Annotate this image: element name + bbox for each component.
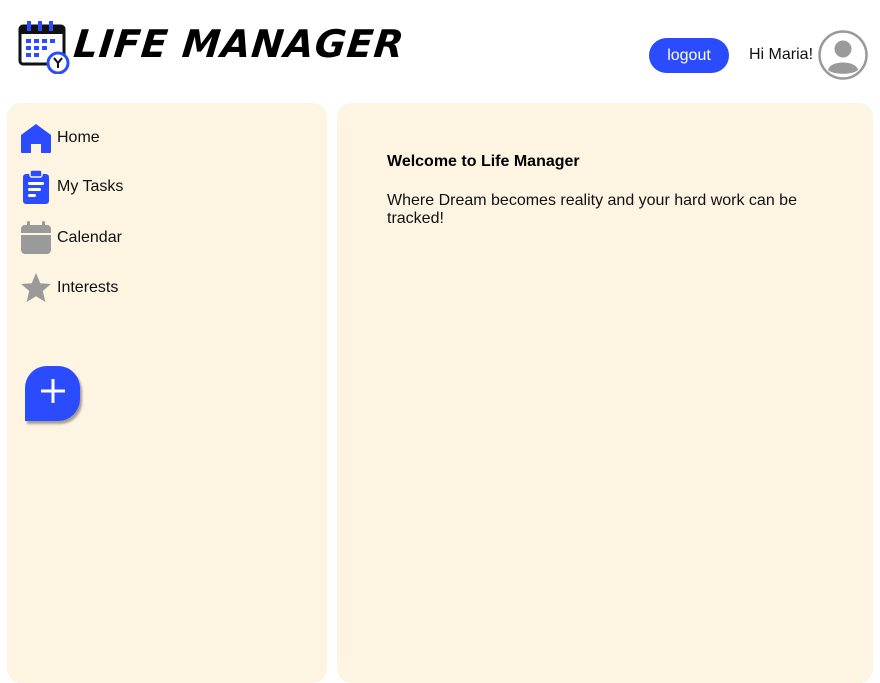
sidebar-nav: Home My Tasks Calendar Interests (7, 103, 327, 683)
sidebar-item-label: Calendar (57, 229, 122, 246)
clipboard-icon (20, 170, 52, 204)
sidebar-item-label: My Tasks (57, 178, 124, 195)
sidebar-item-interests[interactable]: Interests (20, 271, 118, 305)
welcome-heading: Welcome to Life Manager (387, 153, 580, 170)
calendar-clock-icon (18, 20, 72, 75)
plus-icon (40, 378, 66, 409)
sidebar-item-my-tasks[interactable]: My Tasks (20, 170, 123, 204)
sidebar-item-calendar[interactable]: Calendar (20, 221, 122, 255)
logout-button[interactable]: logout (649, 38, 729, 73)
add-button[interactable] (25, 366, 80, 421)
app-header: LIFE MANAGER logout Hi Maria! (0, 0, 880, 100)
calendar-icon (20, 221, 52, 255)
welcome-message: Where Dream becomes reality and your har… (387, 192, 797, 227)
main-content: Welcome to Life Manager Where Dream beco… (337, 103, 873, 683)
user-avatar-icon[interactable] (818, 30, 868, 80)
app-title: LIFE MANAGER (71, 22, 407, 66)
home-icon (20, 121, 52, 155)
sidebar-item-home[interactable]: Home (20, 121, 100, 155)
sidebar-item-label: Home (57, 129, 100, 146)
sidebar-item-label: Interests (57, 279, 119, 296)
user-greeting: Hi Maria! (749, 46, 814, 63)
app-logo[interactable]: LIFE MANAGER (18, 20, 407, 75)
star-icon (20, 271, 52, 305)
